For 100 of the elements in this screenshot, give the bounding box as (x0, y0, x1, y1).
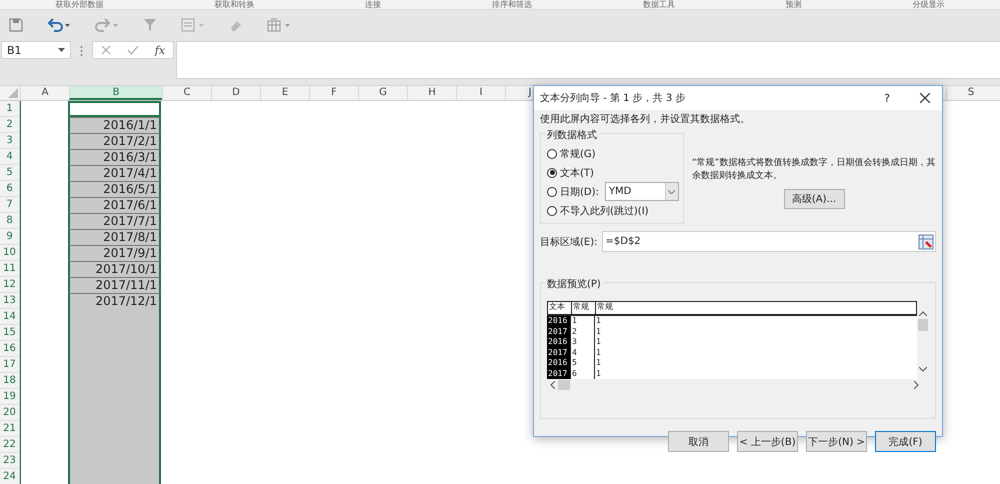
advanced-button[interactable]: 高级(A)... (784, 189, 844, 209)
row-header[interactable]: 17 (0, 357, 20, 373)
ribbon-group-label: 连接 (365, 0, 382, 9)
preview-cell-text: 1 (595, 348, 602, 358)
row-header[interactable]: 6 (0, 181, 20, 197)
table-cell: 2016/5/1 (68, 181, 161, 197)
table-cell: 2016/1/1 (68, 117, 161, 133)
close-icon[interactable] (920, 93, 930, 103)
row-header[interactable]: 8 (0, 213, 20, 229)
instruction-text: 使用此屏内容可选择各列，并设置其数据格式。 (540, 113, 751, 127)
destination-field[interactable]: =$D$2 (602, 231, 936, 252)
table-cell: 2017/4/1 (68, 165, 161, 181)
preview-cell-text: 1 (595, 337, 602, 348)
save-icon[interactable] (9, 18, 23, 32)
row-header[interactable]: 4 (0, 149, 20, 165)
row-header[interactable]: 1 (0, 101, 20, 117)
row-header[interactable]: 15 (0, 325, 20, 341)
row-header[interactable]: 23 (0, 453, 20, 469)
radio-label[interactable]: 日期(D): (560, 184, 599, 198)
cancel-icon[interactable] (100, 45, 111, 55)
filter-icon[interactable] (143, 18, 157, 32)
column-header[interactable]: F (309, 86, 358, 100)
table-cell: 2017/10/1 (68, 261, 161, 277)
check-icon[interactable] (126, 45, 139, 55)
ribbon-group-label: 分级显示 (912, 0, 944, 9)
formula-input[interactable] (176, 41, 1000, 79)
table-cell: 2017/6/1 (68, 197, 161, 213)
dialog-button[interactable]: 取消 (668, 431, 729, 452)
column-header[interactable]: I (456, 86, 505, 100)
row-header[interactable]: 16 (0, 341, 20, 357)
row-header[interactable]: 7 (0, 197, 20, 213)
row-header[interactable]: 9 (0, 229, 20, 245)
dialog-button[interactable]: < 上一步(B) (737, 431, 798, 452)
preview-column-header[interactable]: 常规 (596, 302, 916, 314)
preview-cell-text: 1 (595, 358, 602, 368)
row-header[interactable]: 5 (0, 165, 20, 181)
row-header[interactable]: 2 (0, 117, 20, 133)
table-cell: 2016/3/1 (68, 149, 161, 165)
radio-label[interactable]: 不导入此列(跳过)(I) (560, 204, 649, 218)
column-header[interactable]: C (162, 86, 211, 100)
row-header[interactable]: 20 (0, 405, 20, 421)
row-header[interactable]: 14 (0, 309, 20, 325)
radio-label[interactable]: 文本(T) (560, 166, 594, 180)
preview-column-header[interactable]: 常规 (572, 302, 596, 314)
insert-function-button[interactable]: fx (154, 44, 166, 56)
preview-cell: 5 (571, 358, 595, 368)
column-header[interactable]: B (69, 86, 162, 100)
table-cell: 2017/2/1 (68, 133, 161, 149)
scrollbar-thumb[interactable] (918, 319, 928, 331)
preview-cell: 6 (571, 368, 595, 379)
date-format-dropdown[interactable]: YMD (604, 182, 679, 201)
help-button[interactable]: ? (884, 92, 890, 104)
table-cell: 2017/12/1 (68, 293, 161, 309)
preview-cell-text: 1 (595, 326, 602, 337)
range-picker-icon[interactable] (918, 234, 934, 250)
row-header[interactable]: 24 (0, 469, 20, 484)
column-header[interactable]: S (946, 86, 995, 100)
table-cell: 2017/9/1 (68, 245, 161, 261)
preview-cell: 2 (571, 326, 595, 337)
radio-button[interactable] (547, 168, 557, 178)
radio-label[interactable]: 常规(G) (560, 146, 596, 160)
column-header[interactable]: E (260, 86, 309, 100)
field-label: 目标区域(E): (540, 236, 598, 248)
undo-icon[interactable] (47, 18, 71, 32)
dialog-button[interactable]: 下一步(N) > (806, 431, 867, 452)
row-header[interactable]: 10 (0, 245, 20, 261)
grid-icon[interactable] (267, 18, 291, 32)
column-header[interactable]: D (211, 86, 260, 100)
name-box[interactable]: B1 (1, 41, 71, 59)
chevron-icon (668, 190, 676, 194)
row-header[interactable]: 22 (0, 437, 20, 453)
column-header[interactable]: H (407, 86, 456, 100)
preview-cell: 3 (571, 337, 595, 348)
ribbon-group-label: 获取外部数据 (55, 0, 104, 9)
table-cell: 2017/8/1 (68, 229, 161, 245)
row-header[interactable]: 13 (0, 293, 20, 309)
row-header[interactable]: 19 (0, 389, 20, 405)
scrollbar-thumb[interactable] (558, 380, 570, 390)
redo-icon[interactable] (95, 18, 119, 32)
row-header[interactable]: 21 (0, 421, 20, 437)
preview-cell: 2016 (547, 337, 571, 348)
preview-cell-text: 1 (595, 368, 602, 379)
preview-cell: 2017 (547, 326, 571, 337)
preview-cell: 4 (571, 348, 595, 358)
row-header[interactable]: 11 (0, 261, 20, 277)
group-label: 数据预览(P) (545, 277, 603, 291)
row-header[interactable]: 12 (0, 277, 20, 293)
table-cell: 2017/11/1 (68, 277, 161, 293)
group-label: 列数据格式 (545, 128, 599, 142)
eraser-icon[interactable] (229, 18, 243, 32)
row-header[interactable]: 3 (0, 133, 20, 149)
radio-button[interactable] (547, 148, 557, 158)
radio-button[interactable] (547, 206, 557, 216)
row-header[interactable]: 18 (0, 373, 20, 389)
radio-button[interactable] (547, 186, 557, 196)
dialog-button[interactable]: 完成(F) (875, 431, 936, 452)
preview-column-header[interactable]: 文本 (548, 302, 572, 314)
column-header[interactable]: G (358, 86, 407, 100)
form-icon[interactable] (181, 18, 205, 32)
preview-cell: 2016 (547, 316, 571, 326)
